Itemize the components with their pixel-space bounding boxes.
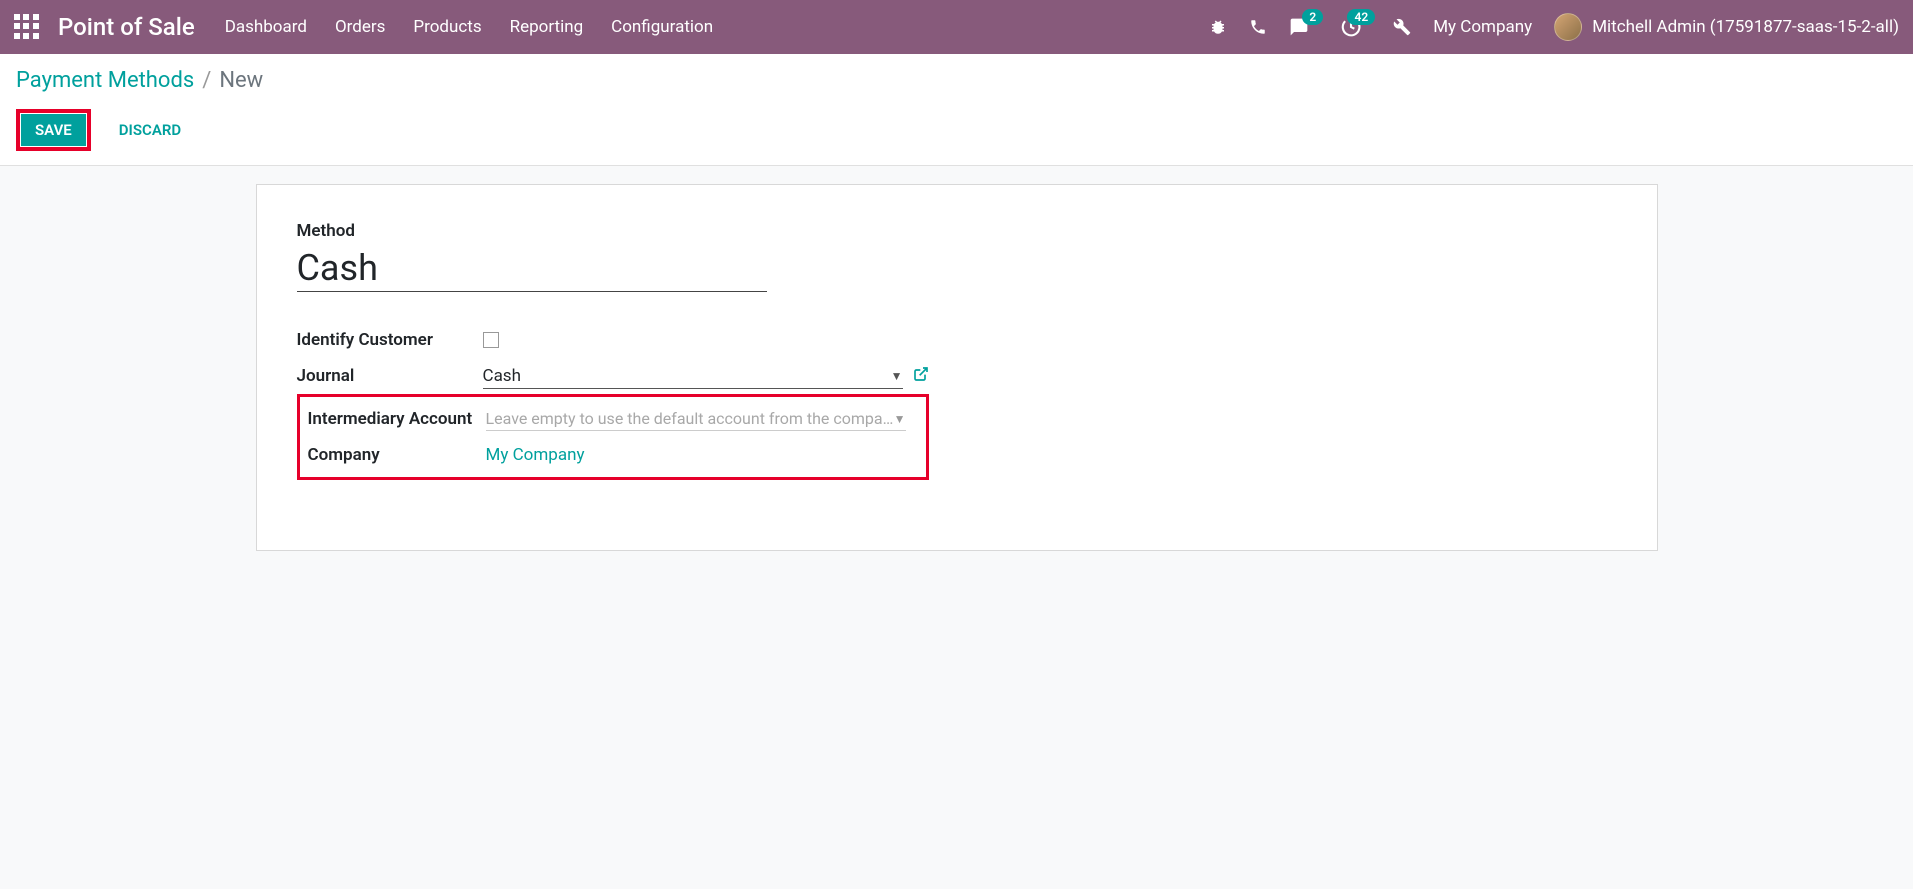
tools-icon[interactable] (1393, 18, 1411, 36)
action-buttons: SAVE DISCARD (16, 109, 1897, 151)
intermediary-account-select[interactable]: Leave empty to use the default account f… (486, 407, 906, 431)
control-panel: Payment Methods / New SAVE DISCARD (0, 54, 1913, 166)
identify-customer-label: Identify Customer (297, 322, 483, 358)
top-navbar: Point of Sale Dashboard Orders Products … (0, 0, 1913, 54)
avatar (1554, 13, 1582, 41)
messaging-badge: 2 (1302, 9, 1323, 25)
identify-customer-checkbox[interactable] (483, 332, 499, 348)
nav-item-orders[interactable]: Orders (335, 17, 385, 37)
method-label: Method (297, 221, 1617, 241)
company-switcher[interactable]: My Company (1433, 17, 1532, 37)
bug-icon[interactable] (1209, 18, 1227, 36)
breadcrumb-current: New (219, 68, 263, 93)
discard-button[interactable]: DISCARD (105, 114, 195, 146)
messaging-icon[interactable]: 2 (1289, 17, 1309, 37)
breadcrumb: Payment Methods / New (16, 68, 1897, 93)
content-area: Method Identify Customer Journal Cash ▼ (0, 166, 1913, 551)
nav-item-configuration[interactable]: Configuration (611, 17, 713, 37)
chevron-down-icon: ▼ (894, 412, 906, 426)
intermediary-placeholder: Leave empty to use the default account f… (486, 409, 894, 428)
nav-item-dashboard[interactable]: Dashboard (225, 17, 307, 37)
form-sheet: Method Identify Customer Journal Cash ▼ (256, 184, 1658, 551)
nav-item-products[interactable]: Products (413, 17, 481, 37)
highlighted-fields-box: Intermediary Account Leave empty to use … (297, 394, 929, 480)
external-link-icon[interactable] (913, 366, 929, 387)
phone-icon[interactable] (1249, 18, 1267, 36)
journal-select[interactable]: Cash ▼ (483, 364, 903, 389)
app-title[interactable]: Point of Sale (58, 13, 195, 41)
user-name: Mitchell Admin (17591877-saas-15-2-all) (1592, 17, 1899, 37)
journal-label: Journal (297, 358, 483, 394)
nav-menu: Dashboard Orders Products Reporting Conf… (225, 17, 1209, 37)
activity-icon[interactable]: 42 (1341, 17, 1361, 37)
journal-value: Cash (483, 366, 521, 386)
company-label: Company (300, 437, 486, 473)
breadcrumb-payment-methods[interactable]: Payment Methods (16, 68, 194, 93)
activity-badge: 42 (1347, 9, 1375, 25)
breadcrumb-separator: / (202, 68, 211, 93)
chevron-down-icon: ▼ (891, 369, 903, 383)
intermediary-account-label: Intermediary Account (300, 401, 486, 437)
nav-item-reporting[interactable]: Reporting (510, 17, 584, 37)
nav-right: 2 42 My Company Mitchell Admin (17591877… (1209, 13, 1899, 41)
apps-launcher-icon[interactable] (14, 14, 40, 40)
form-fields-table: Identify Customer Journal Cash ▼ (297, 322, 929, 480)
save-button[interactable]: SAVE (21, 114, 86, 146)
save-button-highlight: SAVE (16, 109, 91, 151)
company-value-link[interactable]: My Company (486, 445, 585, 465)
method-name-input[interactable] (297, 247, 767, 292)
user-menu[interactable]: Mitchell Admin (17591877-saas-15-2-all) (1554, 13, 1899, 41)
